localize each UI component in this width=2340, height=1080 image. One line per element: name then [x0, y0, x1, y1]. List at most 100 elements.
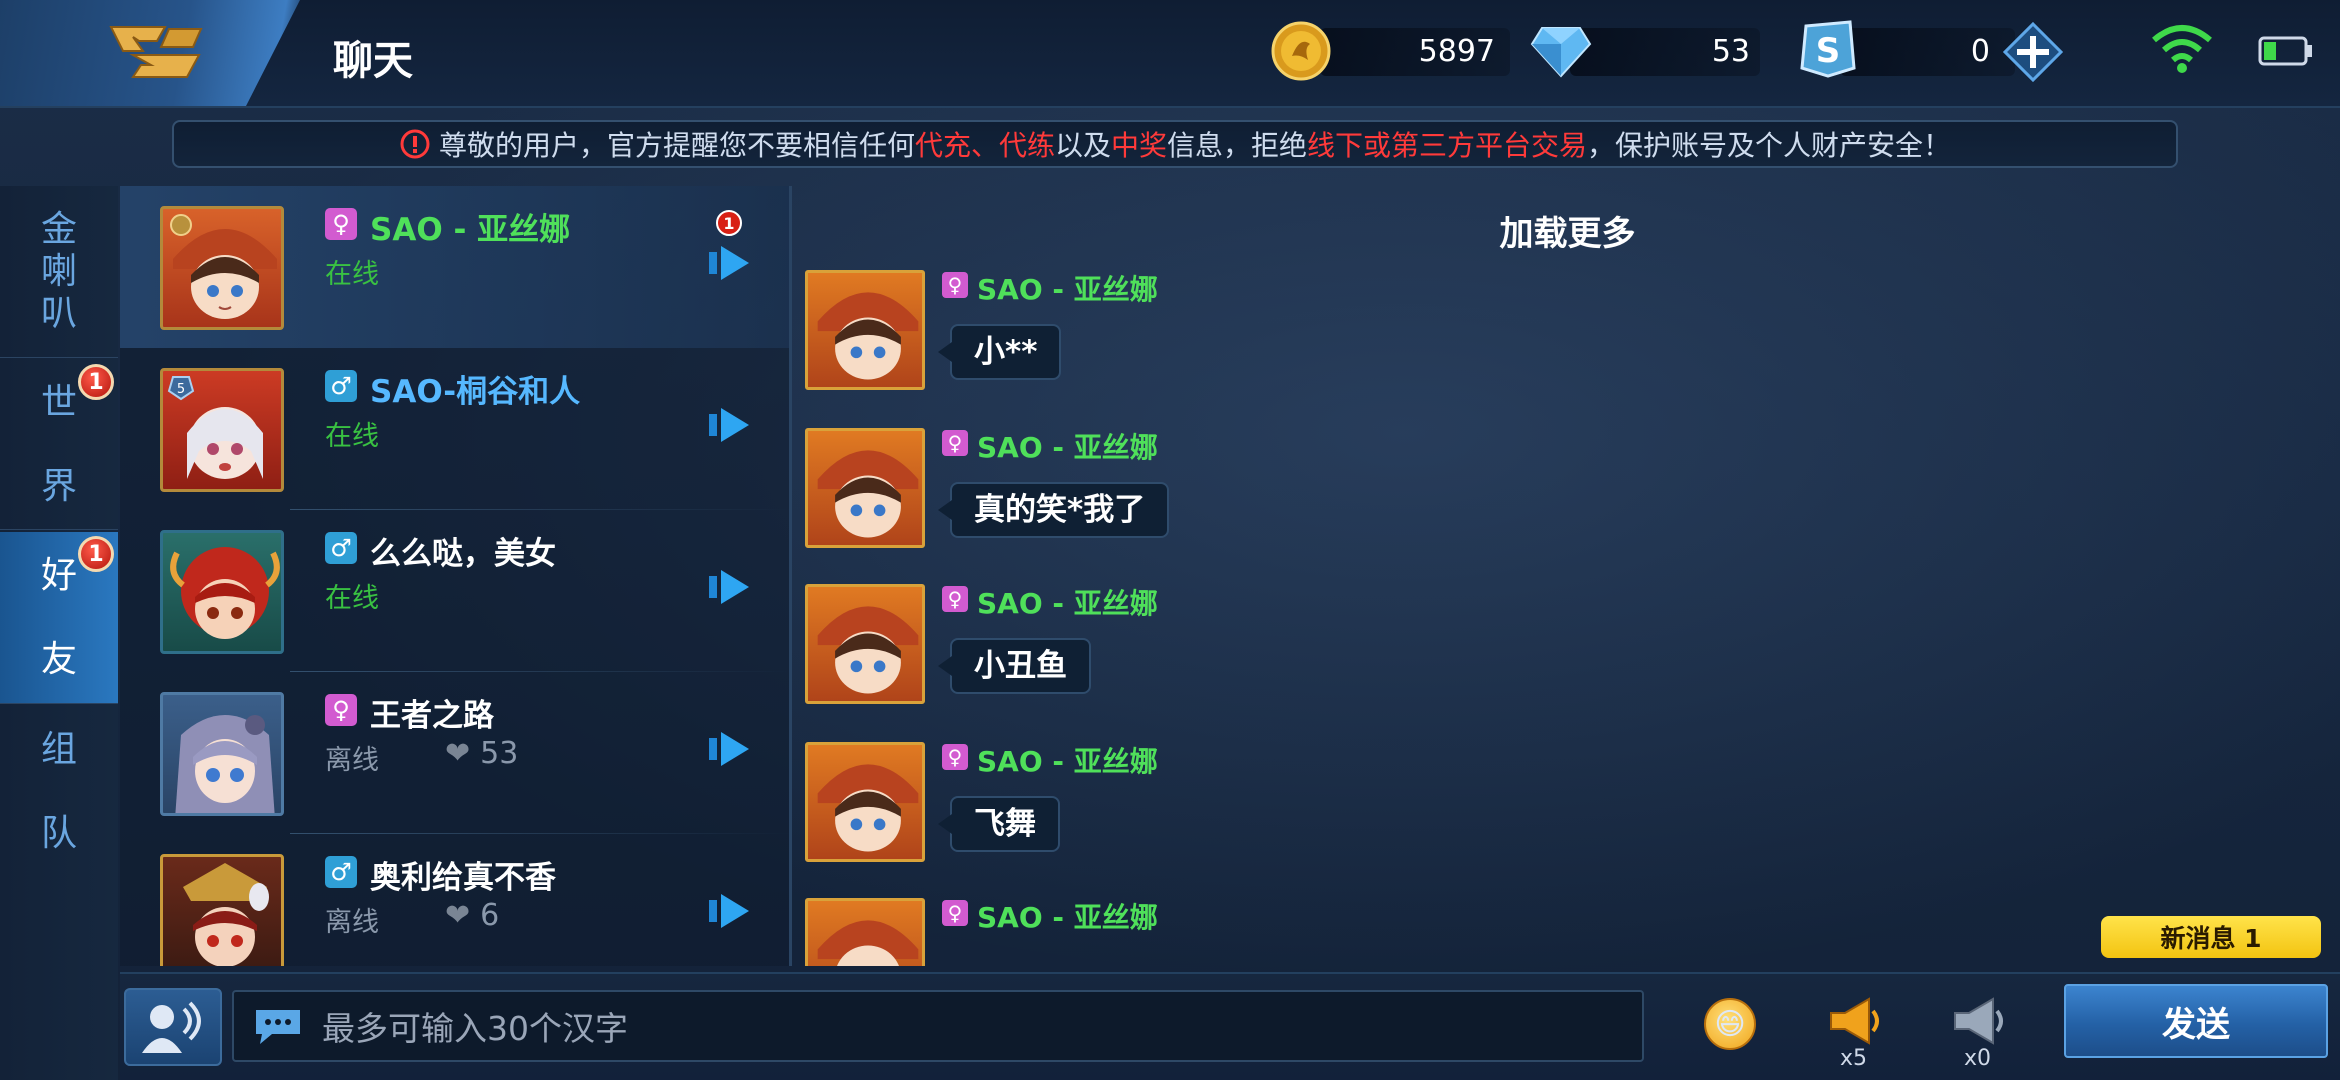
chat-message: ♀ SAO - 亚丝娜 小**	[805, 270, 1705, 426]
tab-gold-horn-char: 喇	[40, 250, 77, 292]
tab-team-char: 队	[40, 813, 77, 854]
new-message-button[interactable]: 新消息 1	[2101, 916, 2321, 958]
notice-text-2: 以及	[1054, 129, 1111, 162]
gold-coin-icon	[1271, 21, 1331, 81]
tab-world-char: 世	[40, 381, 77, 423]
sender-name: SAO - 亚丝娜	[977, 273, 1158, 306]
friend-status: 在线	[325, 583, 379, 614]
friend-name: 奥利给真不香	[370, 860, 556, 896]
small-horn-button[interactable]	[1944, 990, 2014, 1052]
friend-item[interactable]: 5 ♂ SAO-桐谷和人 在线	[120, 348, 789, 510]
intimacy: ❤ 6	[445, 898, 499, 933]
horn-icon	[1830, 997, 1879, 1045]
notice-highlight-1: 代充、代练	[914, 129, 1055, 162]
avatar-art	[817, 920, 919, 966]
back-button[interactable]	[100, 16, 210, 88]
chat-message: ♀ SAO - 亚丝娜 飞舞	[805, 742, 1705, 898]
load-more-button[interactable]: 加载更多	[795, 206, 2340, 255]
intimacy-value: 6	[480, 898, 500, 933]
friend-item[interactable]: ♂ 奥利给真不香 离线 ❤ 6	[120, 834, 789, 966]
gender-female-icon: ♀	[942, 430, 968, 456]
avatar	[160, 692, 284, 816]
gender-female-icon: ♀	[942, 744, 968, 770]
avatar	[160, 206, 284, 330]
avatar[interactable]	[805, 270, 925, 390]
warning-icon	[400, 129, 430, 159]
friend-status: 离线	[325, 745, 379, 776]
friend-name: SAO-桐谷和人	[370, 374, 581, 410]
gender-female-icon: ♀	[325, 208, 357, 240]
chat-icon	[256, 1010, 300, 1044]
gender-male-icon: ♂	[325, 370, 357, 402]
heart-icon: ❤	[445, 736, 471, 771]
tab-gold-horn-char: 金	[40, 208, 77, 250]
svg-text:S: S	[1816, 31, 1841, 71]
notice-text-4: ，保护账号及个人财产安全！	[1587, 129, 1952, 162]
avatar-art	[170, 214, 277, 319]
big-horn-button[interactable]	[1820, 990, 1890, 1052]
friend-list: ♀ SAO - 亚丝娜 在线 1 5 ♂ SAO-桐谷和人 在线 ♂ 么么哒，美…	[120, 186, 792, 966]
top-bar: 聊天 5897 53 S 0	[0, 0, 2340, 108]
tab-friends-char: 友	[40, 638, 77, 680]
friend-item[interactable]: ♂ 么么哒，美女 在线	[120, 510, 789, 672]
avatar[interactable]	[805, 584, 925, 704]
security-notice: 尊敬的用户，官方提醒您不要相信任何 代充、代练 以及 中奖 信息，拒绝 线下或第三方平台交…	[172, 120, 2178, 168]
gender-female-icon: ♀	[942, 272, 968, 298]
gender-female-icon: ♀	[942, 586, 968, 612]
gender-female-icon: ♀	[942, 900, 968, 926]
avatar[interactable]	[805, 428, 925, 548]
message-bubble: 飞舞	[938, 796, 1060, 852]
gender-male-icon: ♂	[325, 856, 357, 888]
avatar[interactable]	[805, 742, 925, 862]
diamond-count: 53	[1711, 34, 1750, 69]
friend-status: 在线	[325, 259, 379, 290]
avatar[interactable]	[805, 898, 925, 966]
avatar-art	[175, 715, 275, 813]
emoji-icon: 😄	[1714, 1006, 1746, 1042]
emoji-button[interactable]: 😄	[1704, 998, 1756, 1050]
avatar	[160, 530, 284, 654]
tab-gold-horn[interactable]: 金 喇 叭	[0, 186, 118, 358]
sender-name: SAO - 亚丝娜	[977, 431, 1158, 464]
arrow-right-icon[interactable]	[705, 724, 755, 774]
arrow-right-icon[interactable]	[705, 238, 755, 288]
friend-unread-badge: 1	[716, 210, 742, 236]
level-text: 5	[177, 382, 185, 397]
avatar-art	[817, 292, 919, 380]
intimacy-value: 53	[480, 736, 519, 771]
tab-team[interactable]: 组 队	[0, 706, 118, 878]
chat-input[interactable]: 最多可输入30个汉字	[232, 990, 1644, 1062]
gender-female-icon: ♀	[325, 694, 357, 726]
chat-panel: 加载更多 ♀ SAO - 亚丝娜 小** ♀ SAO - 亚丝娜 真的笑*我了	[795, 186, 2340, 966]
gender-male-icon: ♂	[325, 532, 357, 564]
friend-name: 么么哒，美女	[370, 536, 556, 572]
message-bubble: 真的笑*我了	[937, 482, 1170, 538]
arrow-right-icon[interactable]	[705, 400, 755, 450]
small-horn-count: x0	[1964, 1046, 1992, 1071]
battery-icon	[2258, 36, 2312, 66]
friend-status: 在线	[325, 421, 379, 452]
avatar-art	[817, 450, 919, 538]
arrow-right-icon[interactable]	[705, 886, 755, 936]
chat-message: ♀ SAO - 亚丝娜 小丑鱼	[805, 584, 1705, 740]
ticket-icon: S	[1800, 20, 1856, 78]
voice-input-button[interactable]	[124, 988, 222, 1066]
heart-icon: ❤	[445, 898, 471, 933]
arrow-right-icon[interactable]	[705, 562, 755, 612]
notice-highlight-2: 中奖	[1110, 129, 1167, 162]
friend-name: 王者之路	[370, 698, 494, 734]
send-button[interactable]: 发送	[2064, 984, 2328, 1058]
tab-world-char: 界	[40, 465, 77, 507]
page-title: 聊天	[333, 38, 413, 84]
notice-text-3: 信息，拒绝	[1167, 129, 1308, 162]
sender-name: SAO - 亚丝娜	[977, 901, 1158, 934]
friends-unread-badge: 1	[78, 536, 114, 572]
add-currency-button[interactable]	[2002, 21, 2064, 83]
friend-item[interactable]: ♀ 王者之路 离线 ❤ 53	[120, 672, 789, 834]
back-icon	[109, 26, 203, 78]
channel-tabs: 金 喇 叭 世 界 好 友 组 队	[0, 186, 118, 1080]
friend-item[interactable]: ♀ SAO - 亚丝娜 在线 1	[120, 186, 789, 348]
ticket-count: 0	[1970, 34, 1990, 69]
plus-icon	[2002, 21, 2064, 83]
message-bubble: 小丑鱼	[938, 638, 1091, 694]
